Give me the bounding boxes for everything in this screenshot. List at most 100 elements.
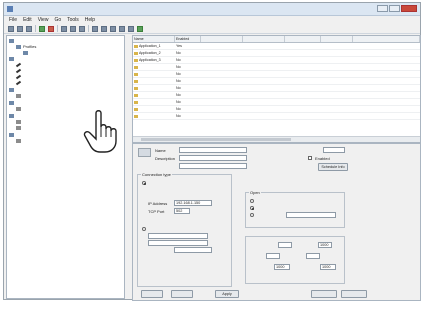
toolbar [4, 24, 420, 34]
forward-icon[interactable] [70, 25, 76, 32]
setting-5-field[interactable]: 1000 [274, 264, 290, 270]
maximize-button[interactable] [389, 5, 400, 12]
close-button[interactable] [401, 5, 417, 12]
tree-item-profiles[interactable]: Profiles [16, 44, 36, 49]
table-row[interactable]: No [133, 106, 420, 113]
cut-icon[interactable] [92, 25, 98, 32]
refresh-icon[interactable] [79, 25, 85, 32]
table-row[interactable]: Application_3 No [133, 57, 420, 64]
table-row[interactable]: No [133, 71, 420, 78]
ip-address-field[interactable]: 192.168.1.150 [174, 200, 212, 206]
cell-enabled: Yes [176, 44, 182, 48]
app-window: File Edit View Go Tools Help Profiles Na… [3, 2, 421, 301]
menu-tools[interactable]: Tools [67, 17, 79, 23]
menu-help[interactable]: Help [85, 17, 95, 23]
paste-icon[interactable] [110, 25, 116, 32]
id-field[interactable] [323, 147, 345, 153]
scrollbar-thumb[interactable] [141, 138, 291, 141]
tree-item-6[interactable] [16, 106, 23, 111]
settings-icon[interactable] [128, 25, 134, 32]
menu-file[interactable]: File [9, 17, 17, 23]
grid-icon[interactable] [119, 25, 125, 32]
action-button-1[interactable] [311, 290, 337, 298]
open-option-1-radio[interactable] [250, 199, 254, 203]
table-row[interactable]: Application_2 No [133, 50, 420, 57]
cell-name: Application_1 [133, 43, 176, 49]
tree-item-1[interactable] [15, 62, 23, 67]
cell-name: Application_2 [133, 50, 176, 56]
table-row[interactable]: No [133, 85, 420, 92]
column-header-name[interactable]: Name [133, 36, 175, 42]
tcp-port-field[interactable]: 502 [174, 208, 190, 214]
setting-3-field[interactable] [266, 253, 280, 259]
tree-item-selected[interactable] [23, 50, 32, 55]
schedule-info-button[interactable]: Schedule Info [318, 163, 348, 171]
delete-icon[interactable] [48, 25, 54, 32]
horizontal-scrollbar[interactable] [133, 136, 420, 142]
open-option-2-radio[interactable] [250, 206, 254, 210]
tree-item-group4[interactable] [9, 100, 16, 105]
menu-edit[interactable]: Edit [23, 17, 32, 23]
apply-button[interactable]: Apply [215, 290, 239, 298]
open-icon[interactable] [17, 25, 23, 32]
table-row[interactable]: Application_1 Yes [133, 43, 420, 50]
run-icon[interactable] [137, 25, 143, 32]
action-button-2[interactable] [341, 290, 367, 298]
tree-item-group3[interactable] [9, 87, 16, 92]
cell-name [133, 99, 176, 105]
open-option-3-radio[interactable] [250, 213, 254, 217]
tree-item-2[interactable] [15, 68, 23, 73]
back-icon[interactable] [61, 25, 67, 32]
folder-icon [9, 87, 14, 92]
toolbar-separator [88, 25, 89, 32]
minimize-button[interactable] [377, 5, 388, 12]
table-row[interactable]: No [133, 113, 420, 120]
setting-1-field[interactable] [278, 242, 292, 248]
name-field[interactable] [179, 147, 247, 153]
tree-item-group5[interactable] [9, 113, 16, 118]
setting-2-field[interactable]: 1000 [318, 242, 332, 248]
table-row[interactable]: No [133, 92, 420, 99]
save-icon[interactable] [26, 25, 32, 32]
enabled-checkbox[interactable] [308, 156, 312, 160]
setting-6-field[interactable]: 1000 [320, 264, 336, 270]
menu-view[interactable]: View [38, 17, 49, 23]
cell-name-text: Application_3 [139, 58, 161, 62]
serial-radio[interactable] [142, 227, 146, 231]
new-icon[interactable] [8, 25, 14, 32]
copy-icon[interactable] [101, 25, 107, 32]
cell-enabled: No [176, 65, 181, 69]
add-icon[interactable] [39, 25, 45, 32]
tree-item-5[interactable] [16, 93, 23, 98]
column-header-3[interactable] [201, 36, 243, 42]
menu-go[interactable]: Go [54, 17, 61, 23]
tree-item-3[interactable] [15, 74, 23, 79]
cell-enabled: No [176, 107, 181, 111]
tree-item-9[interactable] [16, 138, 23, 143]
column-header-4[interactable] [243, 36, 285, 42]
previous-button[interactable] [141, 290, 163, 298]
tree-item-root1[interactable] [9, 38, 16, 43]
table-row[interactable]: No [133, 78, 420, 85]
next-button[interactable] [171, 290, 193, 298]
setting-4-field[interactable] [306, 253, 320, 259]
device-field[interactable] [179, 163, 247, 169]
ethernet-radio[interactable] [142, 181, 146, 185]
column-header-6[interactable] [321, 36, 353, 42]
table-row[interactable]: No [133, 99, 420, 106]
column-header-7[interactable] [353, 36, 420, 42]
tree-item-group2[interactable] [9, 56, 16, 61]
description-field[interactable] [179, 155, 247, 161]
tree-item-group6[interactable] [9, 132, 16, 137]
record-icon [134, 44, 138, 48]
alarm-icon [16, 106, 21, 111]
column-header-enabled[interactable]: Enabled [175, 36, 201, 42]
schedule-icon [16, 93, 21, 98]
column-header-5[interactable] [285, 36, 321, 42]
tree-item-4[interactable] [15, 80, 23, 85]
tree-item-7[interactable] [16, 119, 23, 124]
serial-dropdown [174, 247, 212, 253]
tree-item-8[interactable] [16, 125, 23, 130]
signal-icon [16, 138, 21, 143]
table-row[interactable]: No [133, 64, 420, 71]
